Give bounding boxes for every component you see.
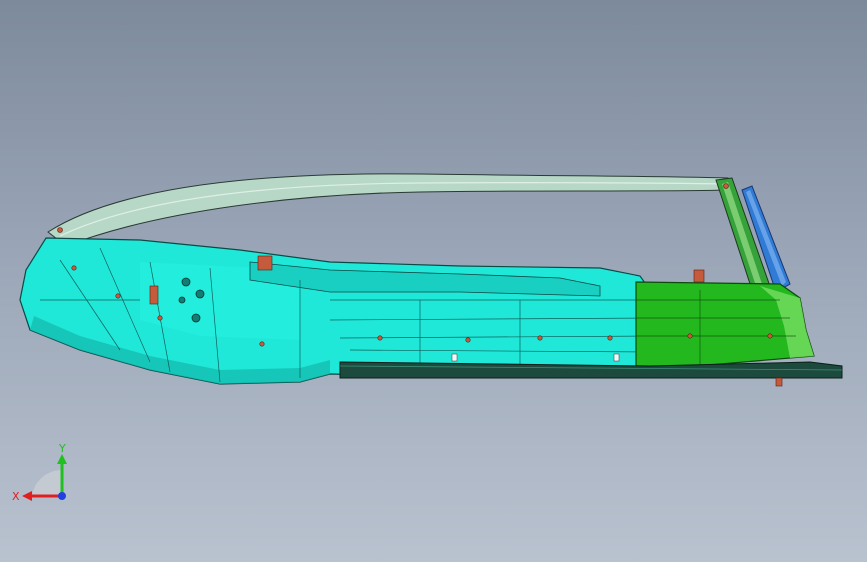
main-body[interactable] <box>19 237 651 385</box>
axis-triad: Y X <box>8 438 78 508</box>
cad-viewport[interactable]: Y X <box>0 0 867 562</box>
x-axis-label: X <box>12 490 20 503</box>
frame-rail[interactable] <box>47 173 731 247</box>
rear-section[interactable] <box>635 281 815 371</box>
y-axis-arrowhead <box>57 454 67 464</box>
x-axis-arrowhead <box>22 491 32 501</box>
y-axis-label: Y <box>58 442 66 455</box>
z-axis-dot <box>58 492 66 500</box>
triad-plane <box>32 469 62 496</box>
3d-model-view[interactable] <box>0 0 867 562</box>
